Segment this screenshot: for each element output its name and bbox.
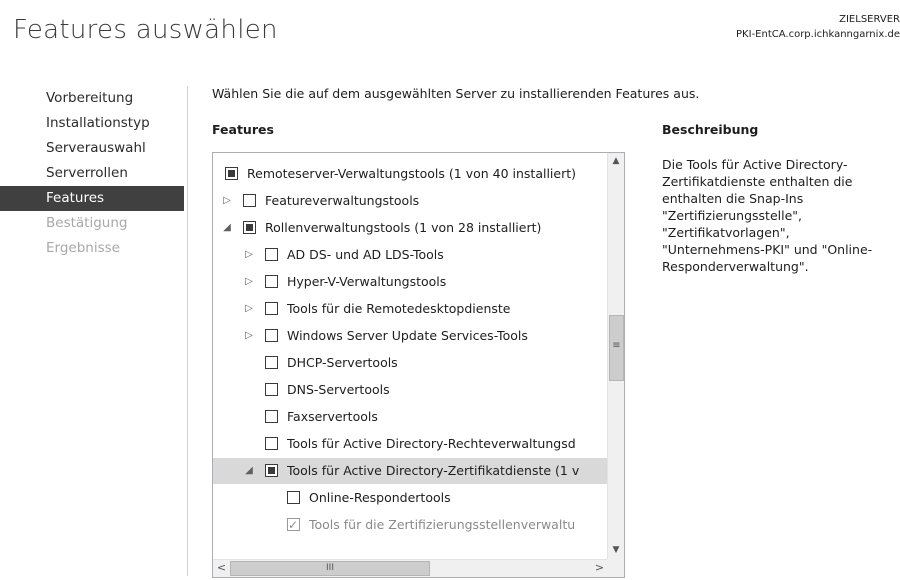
collapsed-arrow-icon[interactable]: ▷ <box>243 323 255 349</box>
feature-checkbox[interactable] <box>243 221 256 234</box>
nav-divider <box>187 86 188 576</box>
feature-label: Hyper-V-Verwaltungstools <box>287 274 447 289</box>
feature-checkbox <box>287 512 300 538</box>
feature-label: DHCP-Servertools <box>287 355 398 370</box>
feature-checkbox[interactable] <box>265 356 278 369</box>
collapsed-arrow-icon <box>265 512 277 538</box>
feature-checkbox[interactable] <box>265 329 278 342</box>
feature-checkbox[interactable] <box>265 302 278 315</box>
vertical-scroll-thumb[interactable]: ≡ <box>609 315 624 381</box>
feature-label: Featureverwaltungstools <box>265 193 420 208</box>
vertical-scrollbar[interactable]: ▲ ≡ ▼ <box>607 153 624 559</box>
page-title: Features auswählen <box>13 15 278 45</box>
tree-item[interactable]: Tools für Active Directory-Rechteverwalt… <box>213 431 608 457</box>
feature-checkbox[interactable] <box>265 464 278 477</box>
scroll-up-icon[interactable]: ▲ <box>608 153 624 170</box>
target-server-name: PKI-EntCA.corp.ichkanngarnix.de <box>736 29 900 40</box>
wizard-navigation: Vorbereitung Installationstyp Serverausw… <box>0 86 184 261</box>
feature-label: AD DS- und AD LDS-Tools <box>287 247 444 262</box>
feature-label: Tools für die Zertifizierungsstellenverw… <box>309 517 576 532</box>
feature-label: Faxservertools <box>287 409 378 424</box>
feature-label: Rollenverwaltungstools (1 von 28 install… <box>265 220 542 235</box>
tree-item[interactable]: ▷ Hyper-V-Verwaltungstools <box>213 269 608 295</box>
tree-item[interactable]: Faxservertools <box>213 404 608 430</box>
feature-checkbox[interactable] <box>225 167 238 180</box>
collapsed-arrow-icon <box>265 485 277 511</box>
nav-item-features[interactable]: Features <box>0 186 184 211</box>
tree-item[interactable]: DNS-Servertools <box>213 377 608 403</box>
feature-checkbox[interactable] <box>265 383 278 396</box>
collapsed-arrow-icon[interactable]: ▷ <box>243 269 255 295</box>
tree-item[interactable]: DHCP-Servertools <box>213 350 608 376</box>
nav-item-bestaetigung: Bestätigung <box>46 215 128 231</box>
feature-checkbox[interactable] <box>265 275 278 288</box>
feature-checkbox[interactable] <box>265 248 278 261</box>
description-heading: Beschreibung <box>662 122 759 137</box>
nav-item-vorbereitung[interactable]: Vorbereitung <box>34 86 184 111</box>
collapsed-arrow-icon <box>243 404 255 430</box>
features-heading: Features <box>212 122 274 137</box>
feature-label: Remoteserver-Verwaltungstools (1 von 40 … <box>247 166 577 181</box>
feature-label: DNS-Servertools <box>287 382 390 397</box>
feature-checkbox[interactable] <box>265 437 278 450</box>
feature-checkbox[interactable] <box>287 491 300 504</box>
feature-label: Tools für die Remotedesktopdienste <box>287 301 511 316</box>
expanded-arrow-icon[interactable]: ◢ <box>221 215 233 241</box>
scroll-down-icon[interactable]: ▼ <box>608 542 624 559</box>
tree-item[interactable]: Tools für die Zertifizierungsstellenverw… <box>213 512 608 538</box>
scrollbar-corner <box>607 559 624 577</box>
horizontal-scrollbar[interactable]: < III > <box>213 559 608 577</box>
description-text: Die Tools für Active Directory-Zertifika… <box>662 157 873 274</box>
tree-item[interactable]: ◢ Rollenverwaltungstools (1 von 28 instal… <box>213 215 608 241</box>
horizontal-scroll-thumb[interactable]: III <box>230 561 430 576</box>
tree-item[interactable]: ▷ Windows Server Update Services-Tools <box>213 323 608 349</box>
features-tree[interactable]: Remoteserver-Verwaltungstools (1 von 40 … <box>212 152 625 578</box>
tree-item[interactable]: ▷ Tools für die Remotedesktopdienste <box>213 296 608 322</box>
feature-label: Online-Respondertools <box>309 490 451 505</box>
scroll-right-icon[interactable]: > <box>591 560 608 577</box>
feature-checkbox[interactable] <box>243 194 256 207</box>
features-tree-viewport: Remoteserver-Verwaltungstools (1 von 40 … <box>213 153 608 559</box>
nav-item-installationstyp[interactable]: Installationstyp <box>34 111 184 136</box>
collapsed-arrow-icon[interactable]: ▷ <box>243 242 255 268</box>
instruction-text: Wählen Sie die auf dem ausgewählten Serv… <box>212 86 700 101</box>
nav-item-serverrollen[interactable]: Serverrollen <box>34 161 184 186</box>
feature-label: Windows Server Update Services-Tools <box>287 328 528 343</box>
scroll-left-icon[interactable]: < <box>213 560 230 577</box>
collapsed-arrow-icon[interactable]: ▷ <box>221 188 233 214</box>
nav-item-serverauswahl[interactable]: Serverauswahl <box>34 136 184 161</box>
target-server-info: ZIELSERVER PKI-EntCA.corp.ichkanngarnix.… <box>736 12 900 42</box>
tree-item[interactable]: ◢ Tools für Active Directory-Zertifikatdi… <box>213 458 608 484</box>
collapsed-arrow-icon <box>243 431 255 457</box>
feature-label: Tools für Active Directory-Rechteverwalt… <box>287 436 576 451</box>
feature-label: Tools für Active Directory-Zertifikatdie… <box>287 463 580 478</box>
tree-item[interactable]: Online-Respondertools <box>213 485 608 511</box>
tree-item[interactable]: Remoteserver-Verwaltungstools (1 von 40 … <box>213 161 608 187</box>
collapsed-arrow-icon <box>243 350 255 376</box>
feature-checkbox[interactable] <box>265 410 278 423</box>
collapsed-arrow-icon[interactable]: ▷ <box>243 296 255 322</box>
tree-item[interactable]: ▷ AD DS- und AD LDS-Tools <box>213 242 608 268</box>
target-server-label: ZIELSERVER <box>839 14 900 25</box>
tree-item[interactable]: ▷ Featureverwaltungstools <box>213 188 608 214</box>
collapsed-arrow-icon <box>243 377 255 403</box>
expanded-arrow-icon[interactable]: ◢ <box>243 458 255 484</box>
nav-item-ergebnisse: Ergebnisse <box>46 240 120 256</box>
